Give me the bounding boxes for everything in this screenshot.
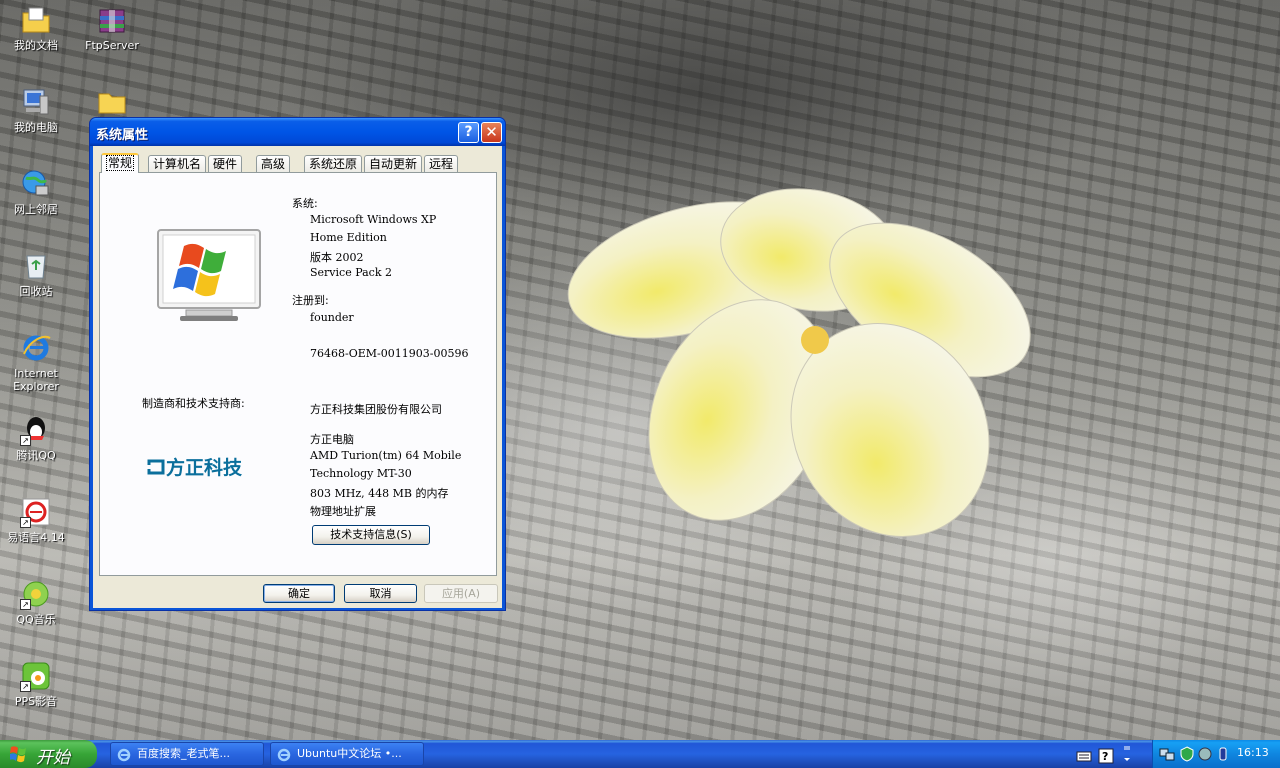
internet-explorer-icon <box>277 748 291 762</box>
internet-explorer-icon <box>117 748 131 762</box>
tab-automatic-updates[interactable]: 自动更新 <box>364 155 423 172</box>
founder-logo-text: 方正科技 <box>166 457 243 479</box>
hardware-pae: 物理地址扩展 <box>310 505 376 518</box>
desktop-icon-my-documents[interactable]: 我的文档 <box>0 4 72 52</box>
tab-remote[interactable]: 远程 <box>424 155 459 172</box>
start-label: 开始 <box>36 748 70 768</box>
registered-user: founder <box>310 311 354 324</box>
desktop-icon-ftpserver[interactable]: FtpServer <box>76 4 148 52</box>
network-places-icon <box>20 168 52 200</box>
desktop-icon-label: FtpServer <box>85 39 139 52</box>
svg-text:?: ? <box>1102 750 1108 763</box>
flower-wallpaper-image <box>567 188 1031 537</box>
tab-advanced[interactable]: 高级 <box>256 155 291 172</box>
eyuyan-icon: ↗ <box>20 496 52 528</box>
system-tray: 16:13 <box>1152 740 1280 768</box>
desktop-icon-recycle-bin[interactable]: 回收站 <box>0 250 72 298</box>
network-connection-icon[interactable] <box>1159 746 1175 762</box>
my-documents-icon <box>20 4 52 36</box>
help-icon: ? <box>464 124 473 140</box>
manufacturer-name: 方正科技集团股份有限公司 <box>310 403 442 416</box>
desktop-icon-internet-explorer[interactable]: Internet Explorer <box>0 332 72 393</box>
language-bar-options-icon[interactable] <box>1122 744 1132 764</box>
system-service-pack: Service Pack 2 <box>310 266 392 279</box>
desktop-icon-label: 易语言4.14 <box>7 531 65 544</box>
ok-button[interactable]: 确定 <box>263 584 335 603</box>
taskbar: 开始 百度搜索_老式笔... Ubuntu中文论坛 •... ? 16:13 <box>0 740 1280 768</box>
product-id: 76468-OEM-0011903-00596 <box>310 347 469 360</box>
system-properties-window: 系统属性 ? ✕ 常规 计算机名 硬件 高级 系统还原 自动更新 远程 系统: … <box>89 117 506 611</box>
system-version: 版本 2002 <box>310 251 364 264</box>
recycle-bin-icon <box>20 250 52 282</box>
desktop-icon-label: 回收站 <box>19 285 53 298</box>
shortcut-arrow-icon: ↗ <box>20 681 31 692</box>
hardware-cpu-line1: AMD Turion(tm) 64 Mobile <box>310 449 462 462</box>
desktop-icon-qq[interactable]: ↗ 腾讯QQ <box>0 414 72 462</box>
desktop-icon-pps[interactable]: ↗ PPS影音 <box>0 660 72 708</box>
desktop-icon-network-places[interactable]: 网上邻居 <box>0 168 72 216</box>
start-button[interactable]: 开始 <box>0 740 97 768</box>
tab-strip: 常规 计算机名 硬件 高级 系统还原 自动更新 远程 <box>99 153 499 173</box>
cancel-button[interactable]: 取消 <box>344 584 417 603</box>
shortcut-arrow-icon: ↗ <box>20 599 31 610</box>
window-client-area: 常规 计算机名 硬件 高级 系统还原 自动更新 远程 系统: Microsoft… <box>93 146 502 608</box>
clock[interactable]: 16:13 <box>1237 746 1269 759</box>
archive-icon <box>96 4 128 36</box>
qq-icon: ↗ <box>20 414 52 446</box>
help-button[interactable]: ? <box>458 122 479 143</box>
internet-explorer-icon <box>20 332 52 364</box>
tab-general[interactable]: 常规 <box>101 153 140 173</box>
close-button[interactable]: ✕ <box>481 122 502 143</box>
support-info-button[interactable]: 技术支持信息(S) <box>312 525 430 545</box>
system-edition: Home Edition <box>310 231 387 244</box>
speaker-icon[interactable] <box>1197 746 1213 762</box>
desktop-icon-label: 我的电脑 <box>14 121 58 134</box>
my-computer-icon <box>20 86 52 118</box>
desktop-icon-label: QQ音乐 <box>16 613 56 626</box>
system-os-name: Microsoft Windows XP <box>310 213 437 226</box>
desktop-icon-label-line1: Internet <box>14 367 58 380</box>
desktop-icon-label: 腾讯QQ <box>16 449 56 462</box>
taskbar-item-baidu[interactable]: 百度搜索_老式笔... <box>110 742 264 766</box>
close-icon: ✕ <box>485 123 498 141</box>
desktop-icon-folder[interactable] <box>76 86 148 121</box>
shortcut-arrow-icon: ↗ <box>20 435 31 446</box>
usb-device-icon[interactable] <box>1215 746 1231 762</box>
window-titlebar[interactable]: 系统属性 ? ✕ <box>90 118 505 146</box>
pps-icon: ↗ <box>20 660 52 692</box>
desktop-icon-qq-music[interactable]: ↗ QQ音乐 <box>0 578 72 626</box>
taskbar-item-ubuntu-forum[interactable]: Ubuntu中文论坛 •... <box>270 742 424 766</box>
founder-logo: 方正科技 <box>146 453 256 479</box>
founder-logo-mark <box>147 459 165 475</box>
tab-hardware[interactable]: 硬件 <box>208 155 243 172</box>
registered-heading: 注册到: <box>292 294 329 307</box>
windows-logo-image <box>156 228 262 321</box>
taskbar-item-label: 百度搜索_老式笔... <box>137 747 230 760</box>
tab-system-restore[interactable]: 系统还原 <box>304 155 363 172</box>
hardware-memory: 803 MHz, 448 MB 的内存 <box>310 487 449 500</box>
system-heading: 系统: <box>292 197 318 210</box>
tab-computer-name[interactable]: 计算机名 <box>148 155 207 172</box>
desktop-icon-eyuyan[interactable]: ↗ 易语言4.14 <box>0 496 72 544</box>
apply-button[interactable]: 应用(A) <box>424 584 498 603</box>
manufacturer-heading: 制造商和技术支持商: <box>142 397 245 410</box>
folder-icon <box>96 86 128 118</box>
shortcut-arrow-icon: ↗ <box>20 517 31 528</box>
windows-flag-icon <box>10 746 26 763</box>
desktop-icon-label: 我的文档 <box>14 39 58 52</box>
desktop-icon-label-line2: Explorer <box>13 380 59 393</box>
hardware-brand: 方正电脑 <box>310 433 354 446</box>
hardware-cpu-line2: Technology MT-30 <box>310 467 412 480</box>
tab-label: 常规 <box>106 155 135 171</box>
desktop-icon-my-computer[interactable]: 我的电脑 <box>0 86 72 134</box>
desktop-icon-label: 网上邻居 <box>14 203 58 216</box>
window-title: 系统属性 <box>96 128 149 143</box>
taskbar-item-label: Ubuntu中文论坛 •... <box>297 747 402 760</box>
qq-music-icon: ↗ <box>20 578 52 610</box>
help-language-icon[interactable]: ? <box>1098 746 1114 766</box>
security-shield-icon[interactable] <box>1179 746 1195 762</box>
desktop-icon-label: PPS影音 <box>14 695 58 708</box>
keyboard-icon[interactable] <box>1076 746 1092 766</box>
general-tab-panel: 系统: Microsoft Windows XP Home Edition 版本… <box>99 172 497 576</box>
